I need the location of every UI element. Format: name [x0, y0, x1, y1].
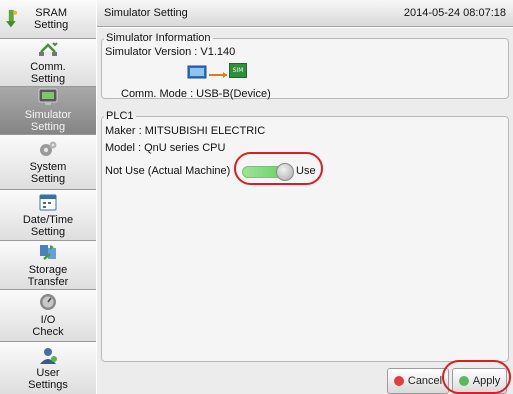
- page-title: Simulator Setting: [104, 7, 188, 19]
- sidebar-item-io-check[interactable]: I/O Check: [0, 290, 96, 342]
- calendar-icon: [39, 194, 57, 210]
- network-icon: [39, 42, 58, 56]
- toggle-off-label: Not Use (Actual Machine): [105, 165, 231, 177]
- simulator-info-legend: Simulator Information: [106, 32, 211, 44]
- sidebar-item-label: System Setting: [29, 160, 67, 185]
- pc-icon: [187, 65, 207, 79]
- sidebar-item-label: I/O Check: [32, 314, 64, 338]
- sim-badge-label: SIM: [232, 67, 244, 74]
- sidebar-item-system-setting[interactable]: System Setting: [0, 135, 96, 190]
- sidebar-item-simulator-setting[interactable]: Simulator Setting: [0, 87, 96, 135]
- plc1-legend: PLC1: [106, 110, 134, 122]
- toggle-knob[interactable]: [276, 163, 294, 181]
- sidebar-item-label: Simulator Setting: [24, 109, 72, 133]
- sidebar-item-label: Comm. Setting: [30, 61, 66, 85]
- connection-graphic: SIM: [187, 63, 253, 81]
- apply-icon: [458, 376, 469, 386]
- sidebar-item-label: User Settings: [28, 366, 68, 391]
- cancel-icon: [393, 376, 404, 386]
- sidebar: SRAM Setting Comm. Setting Simulator Set…: [0, 0, 96, 394]
- sidebar-item-sram-setting[interactable]: SRAM Setting: [0, 0, 96, 39]
- sidebar-item-storage-transfer[interactable]: Storage Transfer: [0, 241, 96, 290]
- sim-icon: SIM: [229, 63, 247, 78]
- link-arrow-icon: [209, 72, 227, 78]
- user-icon: [40, 347, 57, 364]
- datetime-display: 2014-05-24 08:07:18: [403, 7, 506, 19]
- sidebar-item-date-time-setting[interactable]: Date/Time Setting: [0, 190, 96, 241]
- sidebar-item-label: Date/Time Setting: [22, 213, 74, 238]
- apply-button[interactable]: Apply: [452, 368, 507, 394]
- toggle-on-label: Use: [296, 165, 316, 177]
- plc-maker: Maker : MITSUBISHI ELECTRIC: [105, 125, 266, 137]
- cancel-button[interactable]: Cancel: [387, 368, 449, 394]
- sidebar-item-label: Storage Transfer: [27, 263, 69, 288]
- apply-button-label: Apply: [472, 375, 501, 387]
- comm-mode: Comm. Mode : USB-B(Device): [121, 88, 271, 100]
- simulator-icon: [38, 88, 58, 105]
- use-toggle-switch[interactable]: [242, 163, 294, 181]
- io-check-icon: [40, 294, 56, 310]
- main-panel: Simulator Information Simulator Version …: [97, 28, 513, 394]
- sidebar-item-comm-setting[interactable]: Comm. Setting: [0, 39, 96, 87]
- transfer-icon: [40, 244, 56, 260]
- sidebar-item-user-settings[interactable]: User Settings: [0, 342, 96, 394]
- simulator-version: Simulator Version : V1.140: [105, 46, 236, 58]
- gear-icon: [40, 141, 57, 156]
- title-bar: Simulator Setting 2014-05-24 08:07:18: [97, 0, 513, 27]
- cancel-button-label: Cancel: [407, 375, 443, 387]
- plc-model: Model : QnU series CPU: [105, 142, 226, 154]
- sidebar-item-label: SRAM Setting: [34, 7, 69, 31]
- sram-icon: [6, 9, 18, 28]
